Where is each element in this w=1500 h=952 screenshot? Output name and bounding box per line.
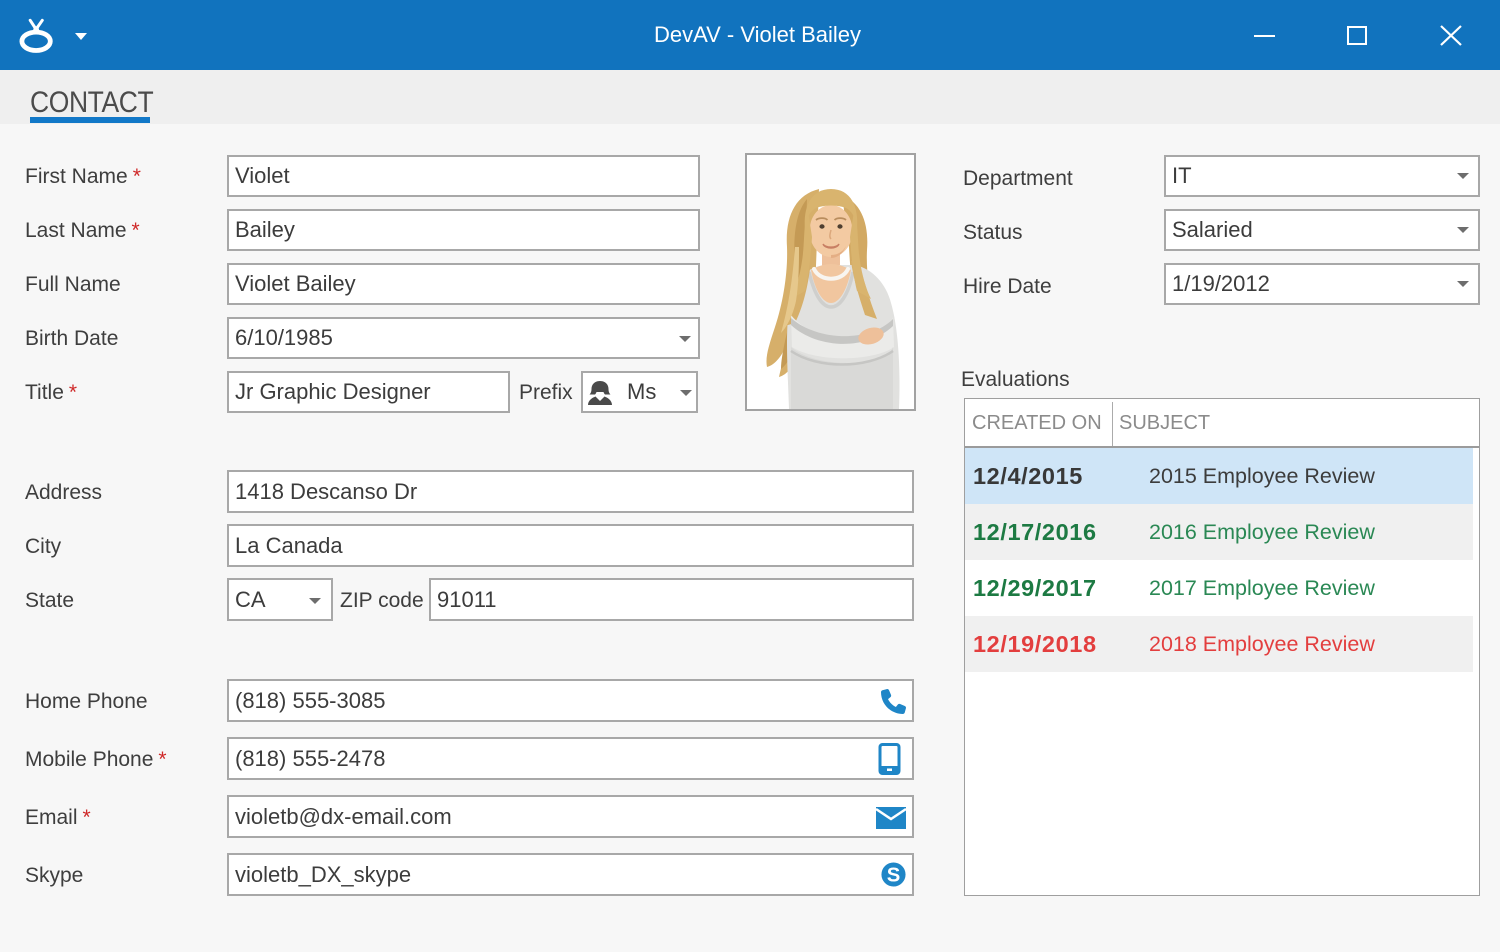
svg-text:S: S [887, 865, 901, 887]
